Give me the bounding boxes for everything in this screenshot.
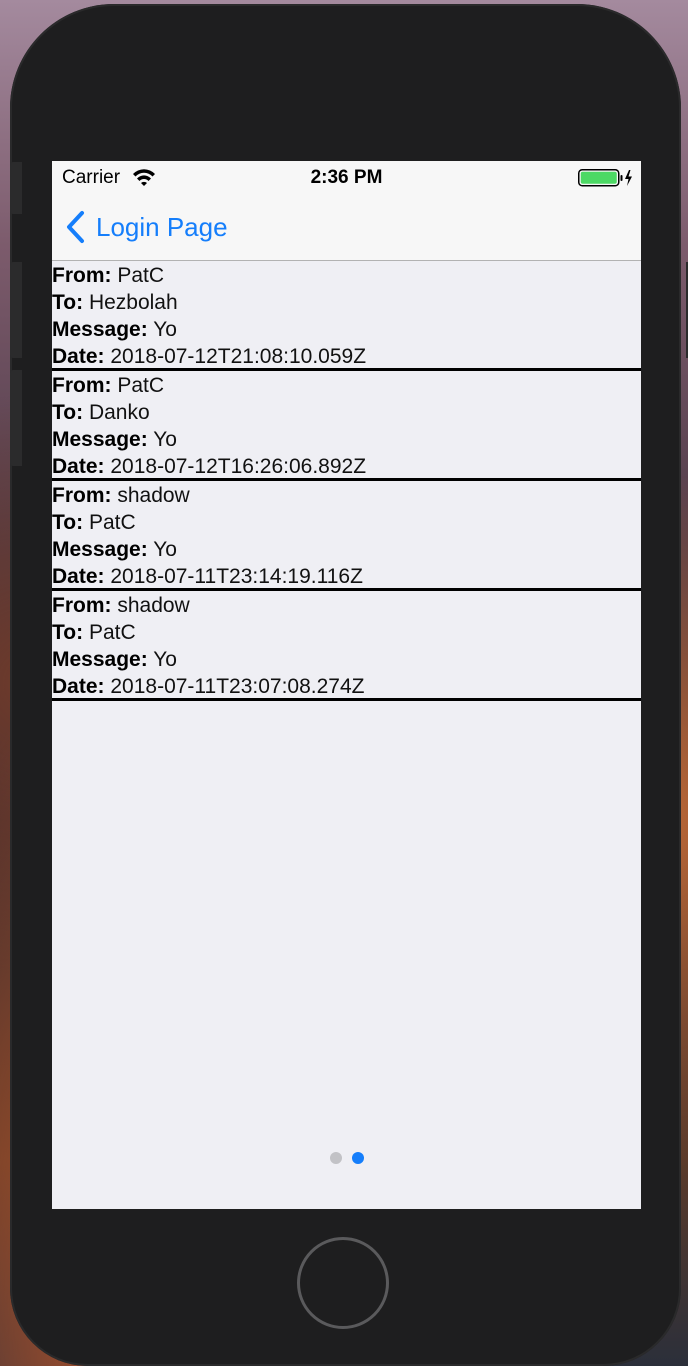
date-key: Date: [52, 565, 105, 588]
from-line: From: PatC [52, 372, 641, 399]
message-row[interactable]: From: shadow To: PatC Message: Yo Date: … [52, 591, 641, 701]
to-key: To: [52, 401, 84, 424]
message-row[interactable]: From: PatC To: Hezbolah Message: Yo Date… [52, 261, 641, 371]
date-value: 2018-07-11T23:14:19.116Z [110, 565, 363, 588]
to-line: To: Danko [52, 399, 641, 426]
volume-down-button [10, 370, 22, 466]
date-line: Date: 2018-07-12T16:26:06.892Z [52, 453, 641, 480]
message-value: Yo [153, 428, 177, 451]
message-line: Message: Yo [52, 536, 641, 563]
to-value: PatC [88, 621, 136, 644]
to-line: To: PatC [52, 619, 641, 646]
from-key: From: [52, 264, 112, 287]
from-line: From: PatC [52, 262, 641, 289]
from-value: PatC [117, 374, 165, 397]
from-value: shadow [117, 594, 190, 617]
from-key: From: [52, 374, 112, 397]
page-control[interactable] [52, 1152, 641, 1164]
device-screen: Carrier 2:36 PM Login Page From: PatC To… [52, 161, 641, 1209]
from-key: From: [52, 484, 112, 507]
date-line: Date: 2018-07-11T23:14:19.116Z [52, 563, 641, 590]
to-value: Danko [88, 401, 150, 424]
home-button[interactable] [297, 1237, 389, 1329]
date-key: Date: [52, 675, 105, 698]
message-key: Message: [52, 318, 148, 341]
from-value: PatC [117, 264, 165, 287]
message-value: Yo [153, 538, 177, 561]
to-line: To: Hezbolah [52, 289, 641, 316]
from-line: From: shadow [52, 482, 641, 509]
to-line: To: PatC [52, 509, 641, 536]
from-line: From: shadow [52, 592, 641, 619]
date-value: 2018-07-12T16:26:06.892Z [110, 455, 367, 478]
from-value: shadow [117, 484, 190, 507]
message-row[interactable]: From: shadow To: PatC Message: Yo Date: … [52, 481, 641, 591]
date-value: 2018-07-12T21:08:10.059Z [110, 345, 367, 368]
to-value: Hezbolah [88, 291, 178, 314]
message-line: Message: Yo [52, 426, 641, 453]
date-value: 2018-07-11T23:07:08.274Z [110, 675, 365, 698]
message-key: Message: [52, 648, 148, 671]
to-key: To: [52, 511, 84, 534]
navigation-bar: Login Page [52, 195, 641, 261]
mute-switch [10, 162, 22, 214]
chevron-left-icon [67, 211, 84, 243]
date-key: Date: [52, 455, 105, 478]
battery-charging-icon [578, 169, 632, 187]
date-line: Date: 2018-07-12T21:08:10.059Z [52, 343, 641, 370]
page-dot-2[interactable] [351, 1152, 364, 1164]
status-bar: Carrier 2:36 PM [52, 161, 641, 195]
message-value: Yo [153, 648, 177, 671]
message-value: Yo [153, 318, 177, 341]
back-button-label: Login Page [96, 211, 228, 242]
message-key: Message: [52, 428, 148, 451]
status-clock: 2:36 PM [310, 167, 383, 188]
page-dot-1[interactable] [329, 1152, 342, 1164]
message-row[interactable]: From: PatC To: Danko Message: Yo Date: 2… [52, 371, 641, 481]
to-value: PatC [88, 511, 136, 534]
volume-up-button [10, 262, 22, 358]
message-line: Message: Yo [52, 316, 641, 343]
to-key: To: [52, 621, 84, 644]
message-key: Message: [52, 538, 148, 561]
to-key: To: [52, 291, 84, 314]
message-list[interactable]: From: PatC To: Hezbolah Message: Yo Date… [52, 261, 641, 701]
message-line: Message: Yo [52, 646, 641, 673]
date-key: Date: [52, 345, 105, 368]
back-button[interactable]: Login Page [64, 207, 228, 247]
date-line: Date: 2018-07-11T23:07:08.274Z [52, 673, 641, 700]
from-key: From: [52, 594, 112, 617]
